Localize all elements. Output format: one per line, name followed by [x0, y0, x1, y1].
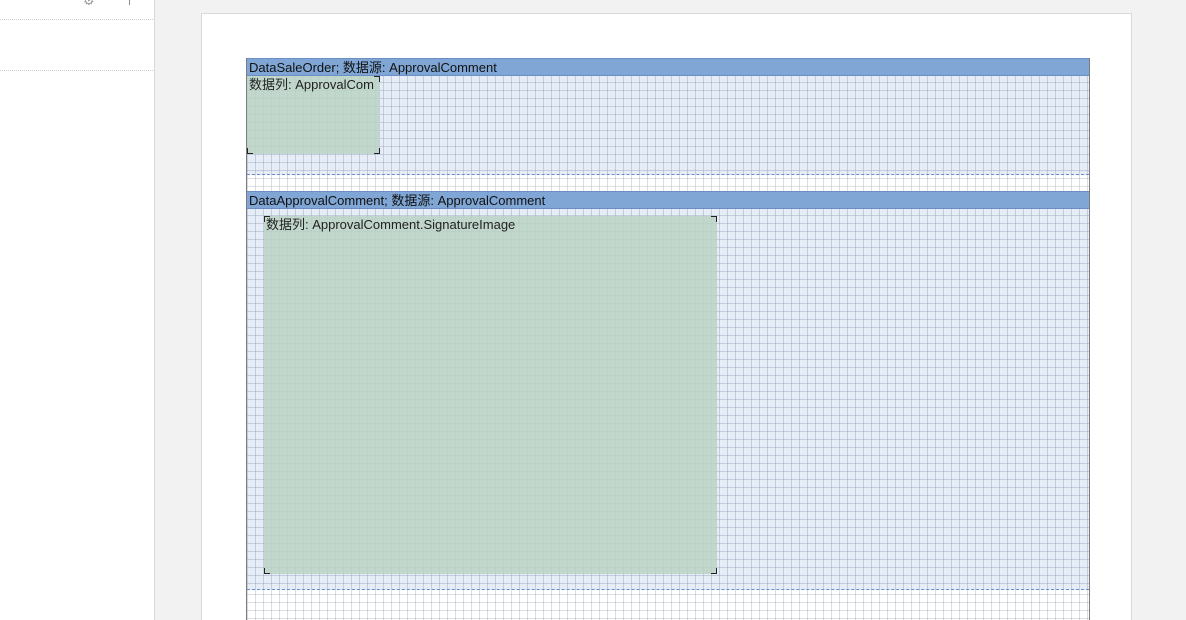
resize-handle[interactable] [711, 216, 717, 222]
image-field-label: 数据列: ApprovalCom [249, 77, 374, 92]
resize-handle[interactable] [711, 568, 717, 574]
resize-handle[interactable] [264, 568, 270, 574]
band-data-sale-order[interactable]: DataSaleOrder; 数据源: ApprovalComment 数据列:… [247, 58, 1089, 175]
signature-image-field[interactable]: 数据列: ApprovalComment.SignatureImage [264, 216, 717, 574]
report-body: DataSaleOrder; 数据源: ApprovalComment 数据列:… [246, 58, 1090, 620]
image-field-label: 数据列: ApprovalComment.SignatureImage [266, 217, 516, 232]
left-panel: ⚙ [0, 0, 155, 620]
divider-tick [129, 0, 130, 5]
resize-handle[interactable] [374, 148, 380, 154]
band-header[interactable]: DataSaleOrder; 数据源: ApprovalComment [247, 58, 1089, 76]
design-canvas[interactable]: DataSaleOrder; 数据源: ApprovalComment 数据列:… [155, 0, 1186, 620]
gear-icon[interactable]: ⚙ [83, 0, 97, 8]
resize-handle[interactable] [264, 216, 270, 222]
image-field[interactable]: 数据列: ApprovalCom [247, 76, 380, 154]
panel-row-divider [0, 19, 155, 20]
panel-row-divider [0, 70, 155, 71]
band-header[interactable]: DataApprovalComment; 数据源: ApprovalCommen… [247, 191, 1089, 209]
band-data-approval-comment[interactable]: DataApprovalComment; 数据源: ApprovalCommen… [247, 191, 1089, 590]
report-page: DataSaleOrder; 数据源: ApprovalComment 数据列:… [201, 13, 1132, 620]
resize-handle[interactable] [247, 148, 253, 154]
resize-handle[interactable] [374, 76, 380, 82]
